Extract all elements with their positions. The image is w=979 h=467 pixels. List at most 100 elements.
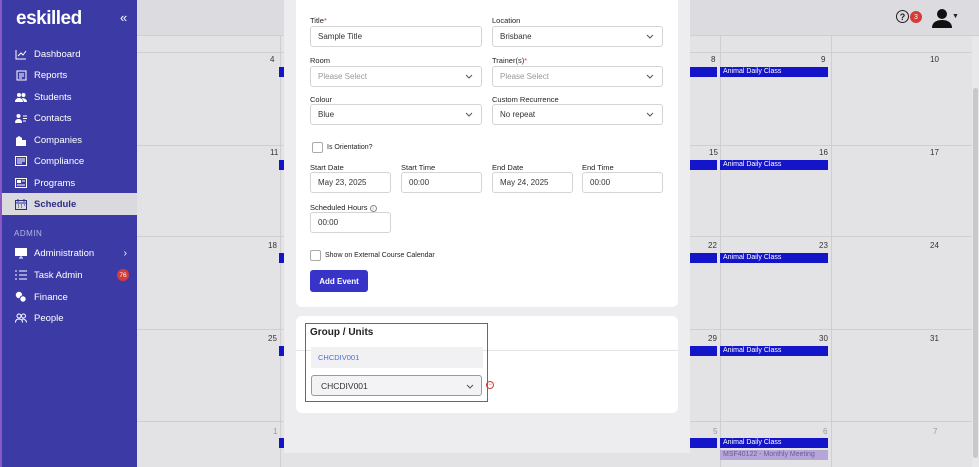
info-icon[interactable]: i [369, 204, 377, 212]
sidebar-item-label: Programs [34, 177, 76, 189]
sidebar: eskilled « Dashboard Reports Students Co… [0, 0, 137, 467]
calendar-day[interactable]: 11 [270, 148, 278, 157]
calendar-event[interactable] [690, 67, 717, 77]
help-icon[interactable]: ? [896, 10, 909, 23]
chevron-down-icon [465, 72, 473, 80]
recurrence-select[interactable]: No repeat [492, 104, 663, 125]
compliance-icon [14, 155, 28, 167]
people-icon [14, 312, 28, 324]
calendar-day[interactable]: 22 [708, 241, 717, 250]
calendar-event[interactable] [690, 160, 717, 170]
location-select[interactable]: Brisbane [492, 26, 663, 47]
title-label: Title* [310, 16, 327, 25]
notification-badge[interactable]: 3 [910, 11, 922, 23]
coins-icon [14, 291, 28, 303]
title-field[interactable]: Sample Title [310, 26, 482, 47]
scheduled-hours-field[interactable]: 00:00 [310, 212, 391, 233]
external-calendar-checkbox[interactable] [310, 250, 321, 261]
start-date-field[interactable]: May 23, 2025 [310, 172, 391, 193]
chevron-down-icon [646, 72, 654, 80]
calendar-event[interactable]: Animal Daily Class [720, 160, 828, 170]
calendar-event[interactable]: Animal Daily Class [720, 346, 828, 356]
calendar-day[interactable]: 31 [930, 334, 939, 343]
calendar-day[interactable]: 1 [273, 427, 277, 436]
calendar-day[interactable]: 15 [709, 148, 718, 157]
calendar-day[interactable]: 6 [823, 427, 827, 436]
eskilled-logo[interactable]: eskilled [16, 8, 82, 30]
colour-select[interactable]: Blue [310, 104, 482, 125]
calendar-day[interactable]: 16 [819, 148, 828, 157]
sidebar-item-label: Finance [34, 291, 68, 303]
sidebar-item-task-admin[interactable]: Task Admin 76 [2, 264, 137, 286]
calendar-day[interactable]: 24 [930, 241, 939, 250]
sidebar-item-finance[interactable]: Finance [2, 286, 137, 308]
calendar-event[interactable]: Animal Daily Class [720, 253, 828, 263]
building-icon [14, 134, 28, 146]
sidebar-item-dashboard[interactable]: Dashboard [2, 43, 137, 65]
user-avatar-icon[interactable] [931, 8, 953, 28]
calendar-event[interactable]: Animal Daily Class [720, 438, 828, 448]
trainers-label: Trainer(s)* [492, 56, 528, 65]
sidebar-item-contacts[interactable]: Contacts [2, 107, 137, 129]
calendar-event[interactable] [690, 253, 717, 263]
programs-icon [14, 177, 28, 189]
sidebar-item-label: Companies [34, 134, 83, 146]
sidebar-item-schedule[interactable]: Schedule [2, 193, 137, 215]
calendar-day[interactable]: 18 [268, 241, 277, 250]
calendar-day[interactable]: 17 [930, 148, 939, 157]
scheduled-hours-label: Scheduled Hours i [310, 203, 377, 212]
end-date-field[interactable]: May 24, 2025 [492, 172, 573, 193]
chevron-right-icon: › [123, 247, 127, 259]
sidebar-item-reports[interactable]: Reports [2, 64, 137, 86]
external-calendar-label: Show on External Course Calendar [325, 252, 435, 259]
start-date-label: Start Date [310, 163, 344, 172]
calendar-event[interactable] [690, 438, 717, 448]
sidebar-item-students[interactable]: Students [2, 86, 137, 108]
calendar-day[interactable]: 5 [713, 427, 717, 436]
students-icon [14, 91, 28, 103]
calendar-day[interactable]: 25 [268, 334, 277, 343]
sidebar-item-label: Administration [34, 247, 95, 259]
highlight-box [305, 323, 488, 402]
sidebar-item-label: Contacts [34, 112, 72, 124]
room-select[interactable]: Please Select [310, 66, 482, 87]
orientation-checkbox[interactable] [312, 142, 323, 153]
sidebar-item-companies[interactable]: Companies [2, 129, 137, 151]
recurrence-label: Custom Recurrence [492, 95, 559, 104]
admin-section-label: ADMIN [14, 229, 43, 238]
sidebar-item-compliance[interactable]: Compliance [2, 150, 137, 172]
calendar-day[interactable]: 8 [711, 55, 715, 64]
chevron-down-icon [465, 110, 473, 118]
sidebar-item-people[interactable]: People [2, 307, 137, 329]
calendar-day[interactable]: 9 [821, 55, 825, 64]
chevron-down-icon [646, 32, 654, 40]
chevron-down-icon [646, 110, 654, 118]
calendar-day[interactable]: 30 [819, 334, 828, 343]
trainers-select[interactable]: Please Select [492, 66, 663, 87]
calendar-day[interactable]: 29 [708, 334, 717, 343]
start-time-field[interactable]: 00:00 [401, 172, 482, 193]
calendar-day[interactable]: 10 [930, 55, 939, 64]
calendar-event[interactable]: Animal Daily Class [720, 67, 828, 77]
sidebar-item-administration[interactable]: Administration › [2, 242, 137, 264]
calendar-day[interactable]: 23 [819, 241, 828, 250]
add-event-button[interactable]: Add Event [310, 270, 368, 292]
sidebar-item-label: Compliance [34, 155, 85, 167]
calendar-event[interactable] [690, 346, 717, 356]
sidebar-item-programs[interactable]: Programs [2, 172, 137, 194]
end-time-field[interactable]: 00:00 [582, 172, 663, 193]
room-label: Room [310, 56, 331, 65]
calendar-day[interactable]: 4 [270, 55, 274, 64]
sidebar-item-label: Dashboard [34, 48, 81, 60]
calendar-day[interactable]: 7 [933, 427, 937, 436]
page-scrollbar-thumb[interactable] [973, 88, 978, 458]
calendar-icon [14, 198, 28, 210]
collapse-sidebar-icon[interactable]: « [120, 10, 127, 25]
calendar-event[interactable]: MSF40122 - Monthly Meeting [720, 450, 828, 460]
end-time-label: End Time [582, 163, 614, 172]
chart-line-icon [14, 48, 28, 60]
sidebar-item-label: Task Admin [34, 269, 83, 281]
sidebar-item-label: Students [34, 91, 72, 103]
user-menu-caret-icon[interactable]: ▼ [952, 13, 959, 20]
orientation-label: Is Orientation? [327, 144, 373, 151]
